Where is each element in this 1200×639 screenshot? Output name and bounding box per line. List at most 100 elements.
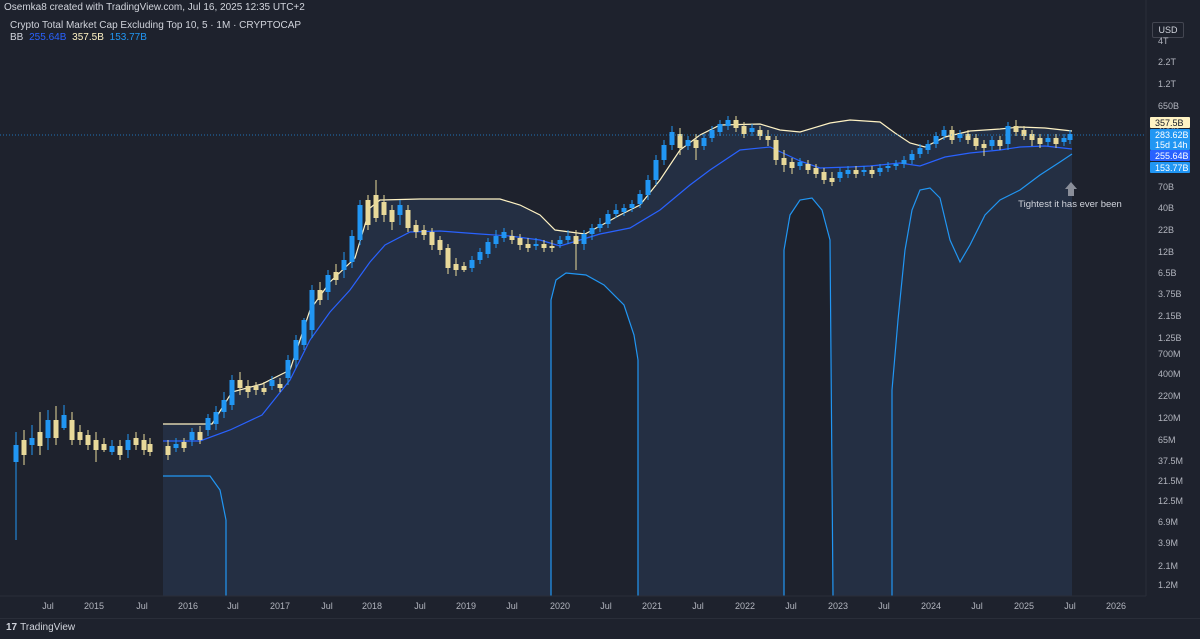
x-tick-label: Jul	[321, 601, 333, 611]
candle-body	[845, 170, 851, 174]
candle-body	[853, 170, 859, 174]
candle-body	[197, 432, 203, 440]
candle-body	[997, 140, 1003, 146]
candle-body	[45, 420, 51, 438]
tradingview-logo[interactable]: 17 TradingView	[6, 622, 75, 633]
y-tick-label: 6.5B	[1158, 268, 1177, 278]
x-tick-label: 2022	[735, 601, 755, 611]
candle-body	[1045, 138, 1051, 142]
candle-body	[925, 144, 931, 150]
candle-body	[637, 194, 643, 204]
candle-body	[421, 230, 427, 235]
candle-body	[629, 204, 635, 208]
candle-body	[37, 432, 43, 446]
candle-body	[389, 210, 395, 222]
x-tick-label: 2021	[642, 601, 662, 611]
candle-body	[109, 446, 115, 452]
candle-body	[173, 444, 179, 448]
candle-body	[717, 124, 723, 132]
candle-body	[205, 418, 211, 430]
candle-body	[333, 272, 339, 280]
candle-body	[525, 244, 531, 248]
candle-body	[597, 224, 603, 228]
price-label: 255.64B	[1155, 151, 1189, 161]
candle-body	[317, 290, 323, 300]
candle-body	[133, 438, 139, 445]
x-tick-label: Jul	[785, 601, 797, 611]
candle-body	[437, 240, 443, 250]
x-tick-label: 2015	[84, 601, 104, 611]
candle-body	[685, 140, 691, 146]
candle-body	[869, 170, 875, 174]
candle-body	[53, 420, 59, 438]
candle-body	[69, 420, 75, 440]
tradingview-logo-text: TradingView	[20, 622, 76, 633]
candle-body	[573, 236, 579, 244]
candle-body	[445, 248, 451, 268]
candle-body	[909, 154, 915, 160]
candle-body	[237, 380, 243, 388]
candle-body	[765, 136, 771, 140]
candle-body	[621, 208, 627, 212]
candle-body	[117, 446, 123, 455]
y-tick-label: 120M	[1158, 413, 1181, 423]
price-chart[interactable]: 4T2.2T1.2T650B200B130B70B40B22B12B6.5B3.…	[0, 0, 1200, 618]
y-tick-label: 220M	[1158, 391, 1181, 401]
y-tick-label: 2.2T	[1158, 57, 1177, 67]
candle-body	[141, 440, 147, 450]
candle-body	[477, 252, 483, 260]
candle-body	[269, 380, 275, 386]
x-tick-label: 2024	[921, 601, 941, 611]
y-tick-label: 700M	[1158, 349, 1181, 359]
y-tick-label: 3.9M	[1158, 538, 1178, 548]
candle-body	[709, 130, 715, 138]
x-tick-label: 2017	[270, 601, 290, 611]
candle-body	[469, 260, 475, 268]
candle-body	[693, 140, 699, 148]
y-tick-label: 70B	[1158, 182, 1174, 192]
candle-body	[277, 384, 283, 388]
candle-body	[989, 140, 995, 146]
candle-body	[541, 244, 547, 248]
candle-body	[13, 445, 19, 462]
candle-body	[293, 340, 299, 360]
y-tick-label: 1.25B	[1158, 333, 1182, 343]
candle-body	[373, 195, 379, 218]
candle-body	[829, 178, 835, 182]
candle-body	[301, 320, 307, 345]
candle-body	[773, 140, 779, 160]
candle-body	[309, 290, 315, 330]
x-tick-label: Jul	[1064, 601, 1076, 611]
candle-body	[557, 240, 563, 244]
x-tick-label: Jul	[878, 601, 890, 611]
candle-body	[165, 446, 171, 455]
y-tick-label: 3.75B	[1158, 289, 1182, 299]
candle-body	[405, 210, 411, 228]
candle-body	[565, 236, 571, 240]
x-tick-label: Jul	[414, 601, 426, 611]
bb-cutout	[784, 198, 833, 596]
candle-body	[813, 168, 819, 174]
y-tick-label: 2.1M	[1158, 561, 1178, 571]
x-tick-label: 2020	[550, 601, 570, 611]
candle-body	[605, 214, 611, 224]
x-tick-label: Jul	[506, 601, 518, 611]
candle-body	[581, 234, 587, 244]
y-tick-label: 21.5M	[1158, 476, 1183, 486]
candle-body	[733, 120, 739, 128]
x-tick-label: 2019	[456, 601, 476, 611]
y-tick-label: 12B	[1158, 247, 1174, 257]
y-tick-label: 65M	[1158, 435, 1176, 445]
candle-body	[29, 438, 35, 445]
footer-bar: 17 TradingView	[0, 618, 1200, 639]
candle-body	[285, 360, 291, 378]
y-tick-label: 37.5M	[1158, 456, 1183, 466]
candle-body	[453, 264, 459, 270]
candle-body	[749, 128, 755, 132]
candle-body	[933, 136, 939, 144]
x-tick-label: Jul	[692, 601, 704, 611]
candle-body	[221, 400, 227, 412]
candle-body	[461, 266, 467, 270]
candle-body	[381, 202, 387, 215]
candle-body	[181, 442, 187, 448]
